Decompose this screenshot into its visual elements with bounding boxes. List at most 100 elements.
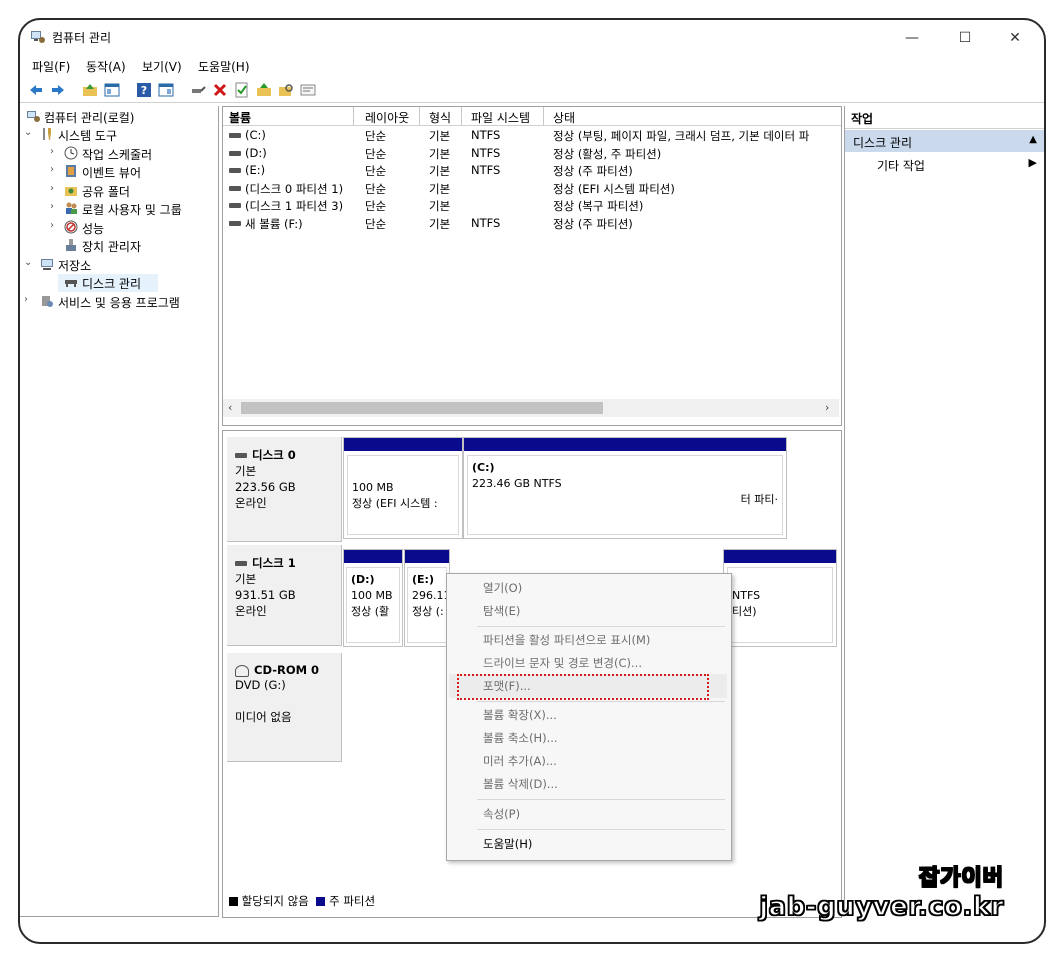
- column-header-type[interactable]: 형식: [429, 109, 451, 126]
- chevron-right-icon[interactable]: ›: [50, 201, 60, 212]
- action-more[interactable]: 기타 작업 ▶: [845, 154, 1044, 174]
- actions-pane: 작업 디스크 관리 ▲ 기타 작업 ▶: [844, 106, 1044, 916]
- show-hide-action-pane-icon[interactable]: [158, 82, 174, 98]
- minimize-button[interactable]: —: [892, 26, 932, 50]
- table-row[interactable]: (디스크 1 파티션 3) 단순 기본 정상 (복구 파티션): [223, 197, 841, 214]
- disk0-partition-efi[interactable]: 100 MB 정상 (EFI 시스템 :: [343, 437, 463, 539]
- tree-item-shared-folders[interactable]: › 공유 폴더: [24, 182, 214, 200]
- search-folder-icon[interactable]: [278, 82, 294, 98]
- volume-list: 볼륨 레이아웃 형식 파일 시스템 상태 (C:) 단순 기본 NTFS 정상 (부팅,…: [222, 106, 842, 426]
- tree-item-performance[interactable]: › 성능: [24, 219, 214, 237]
- disk1-info[interactable]: 디스크 1 기본 931.51 GB 온라인: [227, 545, 342, 646]
- ctx-add-mirror[interactable]: 미러 추가(A)...: [483, 753, 557, 773]
- table-cell: 정상 (복구 파티션): [553, 199, 644, 213]
- partition-status: 정상 (EFI 시스템 :: [352, 497, 438, 510]
- legend: 할당되지 않음 주 파티션: [223, 893, 841, 913]
- maximize-button[interactable]: ☐: [945, 26, 985, 50]
- ctx-change-drive-letter[interactable]: 드라이브 문자 및 경로 변경(C)...: [483, 655, 642, 675]
- scroll-thumb[interactable]: [241, 402, 603, 414]
- tree-item-storage[interactable]: ⌄ 저장소: [24, 256, 214, 274]
- table-row[interactable]: (E:) 단순 기본 NTFS 정상 (주 파티션): [223, 162, 841, 179]
- column-header-layout[interactable]: 레이아웃: [365, 109, 409, 126]
- ctx-shrink-volume[interactable]: 볼륨 축소(H)...: [483, 730, 558, 750]
- close-button[interactable]: ✕: [995, 26, 1035, 50]
- ctx-help[interactable]: 도움말(H): [483, 836, 532, 856]
- primary-partition-bar: [405, 550, 449, 563]
- collapse-up-icon[interactable]: ▲: [1029, 134, 1037, 145]
- volume-name-cell: (디스크 1 파티션 3): [245, 199, 344, 213]
- menu-file[interactable]: 파일(F): [32, 58, 70, 75]
- tree-item-task-scheduler[interactable]: › 작업 스케줄러: [24, 145, 214, 163]
- volume-name-cell: (D:): [245, 145, 267, 160]
- partition-size: 223.46 GB NTFS: [472, 477, 562, 490]
- properties-icon[interactable]: [300, 82, 316, 98]
- horizontal-scrollbar[interactable]: ‹ ›: [223, 399, 839, 417]
- shared-folder-icon: [65, 187, 77, 196]
- up-folder-green-icon[interactable]: [256, 82, 272, 98]
- back-arrow-icon[interactable]: [28, 82, 44, 98]
- action-disk-management[interactable]: 디스크 관리 ▲: [845, 130, 1044, 152]
- show-hide-tree-icon[interactable]: [104, 82, 120, 98]
- tree-label: 서비스 및 응용 프로그램: [58, 296, 180, 310]
- volume-name-cell: (C:): [245, 128, 266, 142]
- chevron-right-icon[interactable]: ›: [50, 183, 60, 194]
- chevron-right-icon[interactable]: ›: [50, 220, 60, 231]
- disk1-partition-f[interactable]: NTFS 티션): [723, 549, 837, 647]
- tree-item-device-manager[interactable]: 장치 관리자: [24, 237, 214, 255]
- ctx-mark-active[interactable]: 파티션을 활성 파티션으로 표시(M): [483, 632, 650, 652]
- table-cell: 정상 (활성, 주 파티션): [553, 146, 662, 161]
- tree-label: 성능: [82, 222, 105, 236]
- chevron-down-icon[interactable]: ⌄: [24, 127, 34, 138]
- table-row[interactable]: (D:) 단순 기본 NTFS 정상 (활성, 주 파티션): [223, 145, 841, 162]
- disk0-info[interactable]: 디스크 0 기본 223.56 GB 온라인: [227, 437, 342, 542]
- ctx-extend-volume[interactable]: 볼륨 확장(X)...: [483, 707, 557, 727]
- scroll-right-icon[interactable]: ›: [825, 401, 829, 414]
- tree-item-root[interactable]: 컴퓨터 관리(로컬): [24, 108, 214, 126]
- table-cell: NTFS: [471, 163, 501, 177]
- computer-management-icon: [27, 111, 40, 122]
- volume-icon: [229, 150, 241, 156]
- legend-unallocated: 할당되지 않음: [241, 894, 309, 908]
- disk1-partition-d[interactable]: (D:) 100 MB 정상 (활: [343, 549, 403, 647]
- chevron-right-icon[interactable]: ›: [50, 146, 60, 157]
- tree-item-disk-management[interactable]: 디스크 관리: [58, 274, 158, 292]
- disk1-partition-e[interactable]: (E:) 296.11 정상 (:: [404, 549, 450, 647]
- tree-item-event-viewer[interactable]: › 이벤트 뷰어: [24, 163, 214, 181]
- tree-item-services[interactable]: › 서비스 및 응용 프로그램: [24, 293, 214, 311]
- delete-icon[interactable]: [212, 82, 228, 98]
- forward-arrow-icon[interactable]: [50, 82, 66, 98]
- tools-icon: [43, 128, 51, 140]
- legend-primary: 주 파티션: [329, 894, 376, 908]
- menu-view[interactable]: 보기(V): [142, 58, 182, 75]
- help-icon[interactable]: ?: [136, 82, 152, 98]
- table-cell: 기본: [429, 181, 451, 196]
- column-header-filesystem[interactable]: 파일 시스템: [471, 109, 530, 126]
- column-header-status[interactable]: 상태: [553, 109, 575, 126]
- menu-action[interactable]: 동작(A): [86, 58, 126, 75]
- connect-drive-icon[interactable]: [190, 82, 206, 98]
- disk0-partition-c[interactable]: (C:) 223.46 GB NTFS 터 파티·: [463, 437, 787, 539]
- chevron-right-icon[interactable]: ›: [24, 294, 34, 305]
- table-cell: 정상 (EFI 시스템 파티션): [553, 181, 675, 196]
- ctx-explore[interactable]: 탐색(E): [483, 603, 520, 623]
- menu-help[interactable]: 도움말(H): [198, 58, 250, 75]
- column-header-volume[interactable]: 볼륨: [229, 109, 251, 126]
- table-row[interactable]: (C:) 단순 기본 NTFS 정상 (부팅, 페이지 파일, 크래시 덤프, 기본 데…: [223, 127, 841, 144]
- cdrom-name: CD-ROM 0: [254, 663, 320, 677]
- action-label: 기타 작업: [877, 159, 925, 173]
- tree-item-local-users[interactable]: › 로컬 사용자 및 그룹: [24, 200, 214, 218]
- cdrom-info[interactable]: CD-ROM 0 DVD (G:) 미디어 없음: [227, 653, 342, 762]
- cdrom-icon: [235, 664, 249, 677]
- ctx-open[interactable]: 열기(O): [483, 580, 522, 600]
- table-row[interactable]: (디스크 0 파티션 1) 단순 기본 정상 (EFI 시스템 파티션): [223, 180, 841, 197]
- scroll-left-icon[interactable]: ‹: [228, 401, 232, 414]
- chevron-right-icon[interactable]: ›: [50, 164, 60, 175]
- up-folder-icon[interactable]: [82, 82, 98, 98]
- chevron-down-icon[interactable]: ⌄: [24, 257, 34, 268]
- table-row[interactable]: 새 볼륨 (F:) 단순 기본 NTFS 정상 (주 파티션): [223, 215, 841, 232]
- ctx-properties[interactable]: 속성(P): [483, 806, 520, 826]
- ctx-delete-volume[interactable]: 볼륨 삭제(D)...: [483, 776, 558, 796]
- tree-item-system-tools[interactable]: ⌄ 시스템 도구: [24, 126, 214, 144]
- partition-size: 100 MB: [352, 481, 394, 494]
- check-document-icon[interactable]: [234, 82, 250, 98]
